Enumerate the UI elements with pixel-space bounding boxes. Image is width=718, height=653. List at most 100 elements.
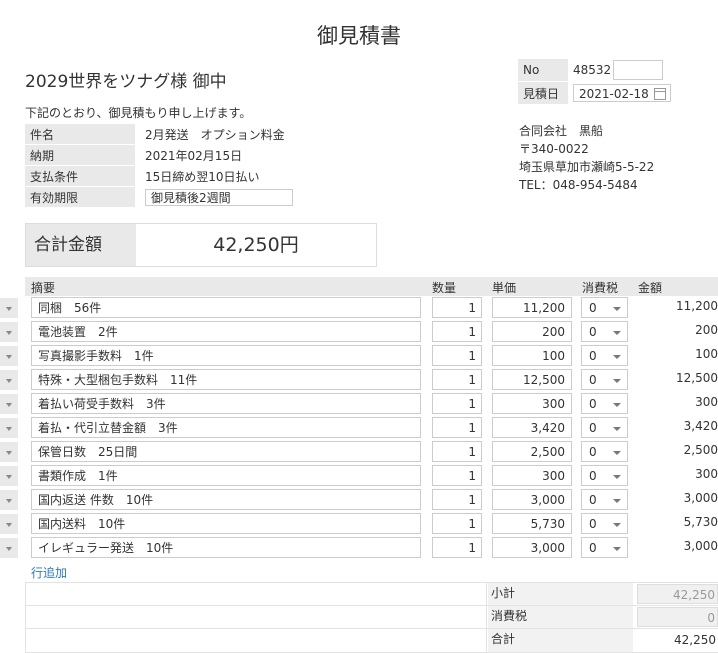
row-tax-select[interactable]: 0: [581, 297, 628, 318]
table-row: 保管日数 25日間 1 2,500 0 2,500: [0, 440, 718, 464]
row-desc-input[interactable]: 国内送料 10件: [31, 513, 421, 534]
row-price-input[interactable]: 3,000: [492, 489, 572, 510]
row-price-input[interactable]: 100: [492, 345, 572, 366]
row-desc-input[interactable]: イレギュラー発送 10件: [31, 537, 421, 558]
grand-total-value: 42,250円: [213, 234, 299, 256]
row-qty-input[interactable]: 1: [432, 369, 482, 390]
row-qty-input[interactable]: 1: [432, 513, 482, 534]
row-qty-input[interactable]: 1: [432, 345, 482, 366]
grand-total-label: 合計金額: [26, 224, 136, 266]
row-menu-handle[interactable]: [0, 370, 18, 390]
row-tax-select[interactable]: 0: [581, 321, 628, 342]
header-qty: 数量: [432, 281, 457, 295]
row-price-input[interactable]: 12,500: [492, 369, 572, 390]
header-amount: 金額: [638, 281, 663, 295]
quote-date-field[interactable]: 2021-02-18: [573, 84, 671, 102]
subject-label: 件名: [25, 124, 135, 145]
page-title: 御見積書: [317, 24, 401, 48]
row-desc-input[interactable]: 国内返送 件数 10件: [31, 489, 421, 510]
row-price-input[interactable]: 300: [492, 393, 572, 414]
row-menu-handle[interactable]: [0, 298, 18, 318]
row-qty-input[interactable]: 1: [432, 441, 482, 462]
quote-info-table: 件名 2月発送 オプション料金 納期 2021年02月15日 支払条件 15日締…: [25, 124, 300, 208]
row-qty-input[interactable]: 1: [432, 417, 482, 438]
row-qty-input[interactable]: 1: [432, 297, 482, 318]
row-desc-input[interactable]: 同梱 56件: [31, 297, 421, 318]
table-row: 特殊・大型梱包手数料 11件 1 12,500 0 12,500: [0, 368, 718, 392]
row-desc-input[interactable]: 特殊・大型梱包手数料 11件: [31, 369, 421, 390]
table-row: イレギュラー発送 10件 1 3,000 0 3,000: [0, 536, 718, 560]
table-row: 着払い荷受手数料 3件 1 300 0 300: [0, 392, 718, 416]
grand-total-box: 合計金額 42,250円: [25, 223, 377, 267]
row-tax-select[interactable]: 0: [581, 417, 628, 438]
customer-name: 2029世界をツナグ様 御中: [25, 72, 227, 92]
row-menu-handle[interactable]: [0, 490, 18, 510]
summary-spacer: [25, 629, 487, 652]
summary-spacer: [25, 583, 487, 606]
row-desc-input[interactable]: 着払い荷受手数料 3件: [31, 393, 421, 414]
row-amount: 3,000: [683, 539, 718, 553]
header-tax: 消費税: [582, 281, 619, 295]
row-qty-input[interactable]: 1: [432, 465, 482, 486]
row-qty-input[interactable]: 1: [432, 393, 482, 414]
row-qty-input[interactable]: 1: [432, 489, 482, 510]
row-tax-select[interactable]: 0: [581, 441, 628, 462]
row-menu-handle[interactable]: [0, 418, 18, 438]
row-tax-select[interactable]: 0: [581, 513, 628, 534]
validity-input[interactable]: [145, 188, 293, 206]
validity-label: 有効期限: [25, 186, 135, 208]
payment-label: 支払条件: [25, 165, 135, 187]
row-qty-input[interactable]: 1: [432, 537, 482, 558]
row-tax-select[interactable]: 0: [581, 489, 628, 510]
row-price-input[interactable]: 11,200: [492, 297, 572, 318]
row-amount: 300: [695, 467, 718, 481]
row-menu-handle[interactable]: [0, 442, 18, 462]
row-amount: 2,500: [683, 443, 718, 457]
row-price-input[interactable]: 3,420: [492, 417, 572, 438]
subtotal-label: 小計: [488, 583, 633, 606]
row-menu-handle[interactable]: [0, 394, 18, 414]
row-menu-handle[interactable]: [0, 514, 18, 534]
subject-value: 2月発送 オプション料金: [145, 127, 285, 142]
due-label: 納期: [25, 144, 135, 166]
quote-number: 48532: [573, 62, 612, 77]
row-desc-input[interactable]: 電池装置 2件: [31, 321, 421, 342]
total-row: 合計 42,250: [25, 628, 718, 653]
row-tax-select[interactable]: 0: [581, 393, 628, 414]
tax-row: 消費税 0: [25, 605, 718, 629]
row-price-input[interactable]: 5,730: [492, 513, 572, 534]
row-desc-input[interactable]: 着払・代引立替金額 3件: [31, 417, 421, 438]
row-menu-handle[interactable]: [0, 346, 18, 366]
row-desc-input[interactable]: 保管日数 25日間: [31, 441, 421, 462]
row-price-input[interactable]: 300: [492, 465, 572, 486]
header-price: 単価: [492, 281, 517, 295]
row-price-input[interactable]: 200: [492, 321, 572, 342]
table-row: 着払・代引立替金額 3件 1 3,420 0 3,420: [0, 416, 718, 440]
total-value: 42,250: [674, 633, 716, 647]
row-desc-input[interactable]: 写真撮影手数料 1件: [31, 345, 421, 366]
greeting-text: 下記のとおり、御見積もり申し上げます。: [25, 106, 252, 120]
calendar-icon[interactable]: [654, 88, 666, 100]
row-tax-select[interactable]: 0: [581, 537, 628, 558]
row-menu-handle[interactable]: [0, 322, 18, 342]
row-tax-select[interactable]: 0: [581, 465, 628, 486]
row-tax-select[interactable]: 0: [581, 369, 628, 390]
quote-meta-table: No 48532 見積日 2021-02-18: [518, 59, 676, 105]
add-row-link[interactable]: 行追加: [31, 564, 67, 581]
row-menu-handle[interactable]: [0, 466, 18, 486]
row-amount: 3,420: [683, 419, 718, 433]
quote-number-extra-field[interactable]: [612, 60, 663, 81]
total-label: 合計: [488, 629, 633, 652]
row-price-input[interactable]: 3,000: [492, 537, 572, 558]
due-value: 2021年02月15日: [145, 148, 243, 163]
row-tax-select[interactable]: 0: [581, 345, 628, 366]
row-menu-handle[interactable]: [0, 538, 18, 558]
row-amount: 100: [695, 347, 718, 361]
row-qty-input[interactable]: 1: [432, 321, 482, 342]
row-amount: 300: [695, 395, 718, 409]
table-row: 国内送料 10件 1 5,730 0 5,730: [0, 512, 718, 536]
row-price-input[interactable]: 2,500: [492, 441, 572, 462]
quote-date-value: 2021-02-18: [579, 87, 649, 101]
header-desc: 摘要: [31, 281, 56, 295]
row-desc-input[interactable]: 書類作成 1件: [31, 465, 421, 486]
